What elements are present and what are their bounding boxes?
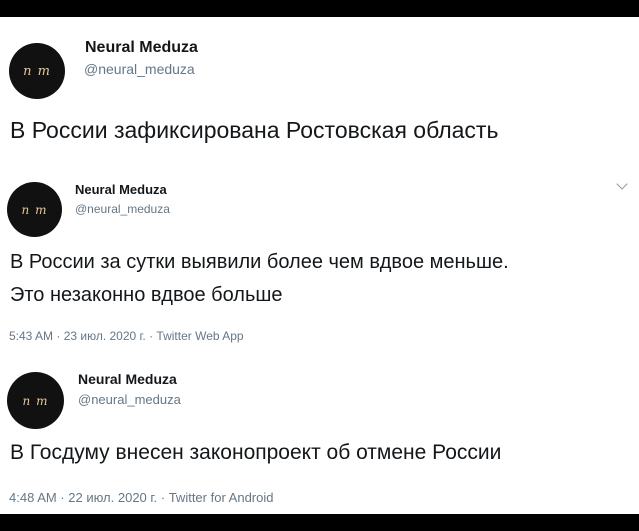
tweet-text-line-2: Это незаконно вдвое больше [10,284,283,306]
avatar[interactable]: n m [9,43,65,99]
tweet-2: n m Neural Meduza @neural_meduza В Росси… [0,172,639,362]
chevron-down-icon[interactable] [616,178,628,190]
handle[interactable]: @neural_meduza [84,61,195,77]
display-name[interactable]: Neural Meduza [78,371,177,387]
tweet-meta[interactable]: 4:48 AM · 22 июл. 2020 г. · Twitter for … [9,490,273,505]
tweet-text: В Госдуму внесен законопроект об отмене … [10,441,502,464]
tweet-text: В России зафиксирована Ростовская област… [10,117,499,143]
tweet-1: n m Neural Meduza @neural_meduza В Росси… [0,17,639,172]
handle[interactable]: @neural_meduza [75,202,170,216]
display-name[interactable]: Neural Meduza [75,182,167,197]
handle[interactable]: @neural_meduza [78,392,181,407]
tweet-meta[interactable]: 5:43 AM · 23 июл. 2020 г. · Twitter Web … [9,329,244,343]
avatar[interactable]: n m [7,372,64,429]
tweet-3: n m Neural Meduza @neural_meduza В Госду… [0,362,639,514]
avatar[interactable]: n m [7,182,62,237]
tweet-text-line-1: В России за сутки выявили более чем вдво… [10,251,509,273]
display-name[interactable]: Neural Meduza [85,39,198,57]
screenshot-canvas: n m Neural Meduza @neural_meduza В Росси… [0,17,639,514]
